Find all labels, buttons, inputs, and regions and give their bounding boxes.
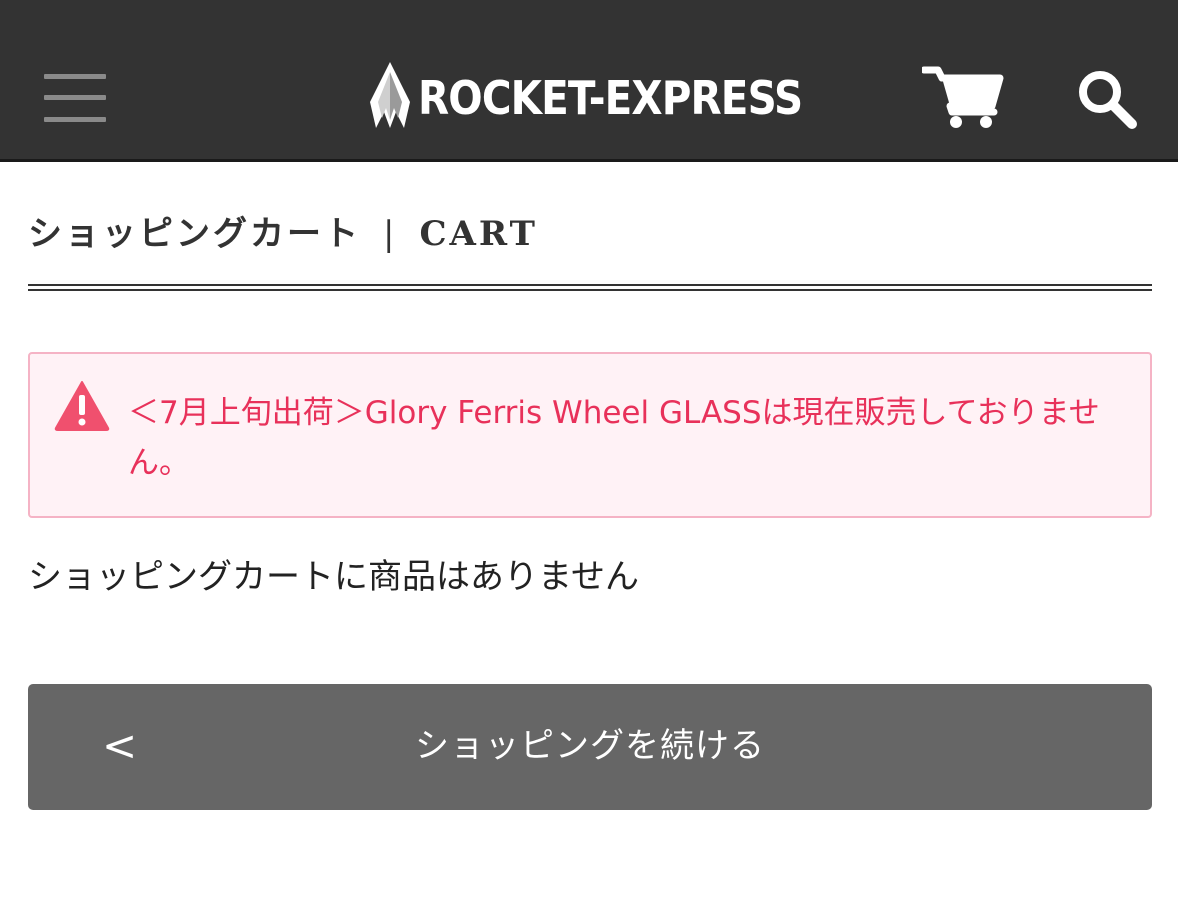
shopping-cart-icon bbox=[920, 66, 1004, 128]
title-divider bbox=[28, 284, 1152, 291]
site-logo[interactable]: ROCKET-EXPRESS bbox=[366, 62, 816, 130]
rocket-flame-icon bbox=[370, 62, 410, 128]
logo-text: ROCKET-EXPRESS bbox=[418, 71, 803, 125]
page-title-separator: | bbox=[383, 214, 398, 254]
search-icon bbox=[1079, 71, 1137, 129]
empty-cart-message: ショッピングカートに商品はありません bbox=[28, 557, 639, 597]
hamburger-menu-icon bbox=[44, 74, 106, 79]
page-title-en: CART bbox=[419, 214, 538, 254]
hamburger-menu-button[interactable] bbox=[44, 74, 106, 124]
alert-message: ＜7月上旬出荷＞Glory Ferris Wheel GLASSは現在販売してお… bbox=[128, 395, 1100, 481]
warning-triangle-icon bbox=[54, 381, 110, 431]
page-title-jp: ショッピングカート bbox=[28, 214, 361, 254]
search-button[interactable] bbox=[1076, 68, 1138, 130]
site-header: ROCKET-EXPRESS bbox=[0, 0, 1178, 162]
page-title: ショッピングカート | CART bbox=[28, 210, 538, 258]
continue-shopping-button[interactable]: < ショッピングを続ける bbox=[28, 684, 1152, 810]
continue-shopping-label: ショッピングを続ける bbox=[415, 726, 765, 766]
unavailable-item-alert: ＜7月上旬出荷＞Glory Ferris Wheel GLASSは現在販売してお… bbox=[28, 352, 1152, 518]
cart-button[interactable] bbox=[920, 64, 1004, 130]
